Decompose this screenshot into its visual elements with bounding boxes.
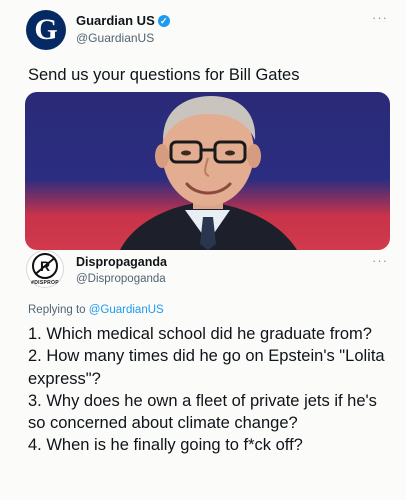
tweet1-handle[interactable]: @GuardianUS	[76, 31, 154, 45]
tweet1-author[interactable]: Guardian US ✓	[76, 13, 170, 28]
dispropaganda-logo-caption: #DISPROP	[31, 279, 59, 286]
tweet2-handle[interactable]: @Dispropoganda	[76, 273, 166, 285]
tweet2-display-name[interactable]: Dispropaganda	[76, 255, 167, 269]
question-item: 3. Why does he own a fleet of private je…	[28, 391, 377, 433]
tweet2-more-options-icon[interactable]: ···	[372, 253, 388, 268]
screenshot-card: G Guardian US ✓ @GuardianUS ··· Send us y…	[0, 0, 406, 500]
question-item: 1. Which medical school did he graduate …	[28, 325, 372, 343]
replying-prefix: Replying to	[28, 304, 89, 316]
dispropaganda-logo-letter: R	[32, 252, 58, 279]
replying-to-line: Replying to @GuardianUS	[28, 304, 164, 316]
tweet1-more-options-icon[interactable]: ···	[372, 10, 388, 25]
tweet1-photo[interactable]	[25, 92, 390, 250]
reply-text: 1. Which medical school did he graduate …	[28, 323, 396, 457]
question-item: 4. When is he finally going to f*ck off?	[28, 436, 303, 455]
verified-badge-icon: ✓	[157, 15, 170, 27]
tweet1-display-name: Guardian US	[76, 13, 155, 28]
dispropaganda-avatar[interactable]: R #DISPROP	[26, 250, 64, 288]
bill-gates-portrait	[120, 96, 297, 250]
guardian-logo-letter: G	[34, 13, 58, 46]
tweet1-text: Send us your questions for Bill Gates	[28, 66, 300, 84]
question-item: 2. How many times did he go on Epstein's…	[28, 347, 385, 388]
guardian-avatar[interactable]: G	[26, 10, 66, 50]
replying-to-handle-link[interactable]: @GuardianUS	[89, 304, 164, 316]
